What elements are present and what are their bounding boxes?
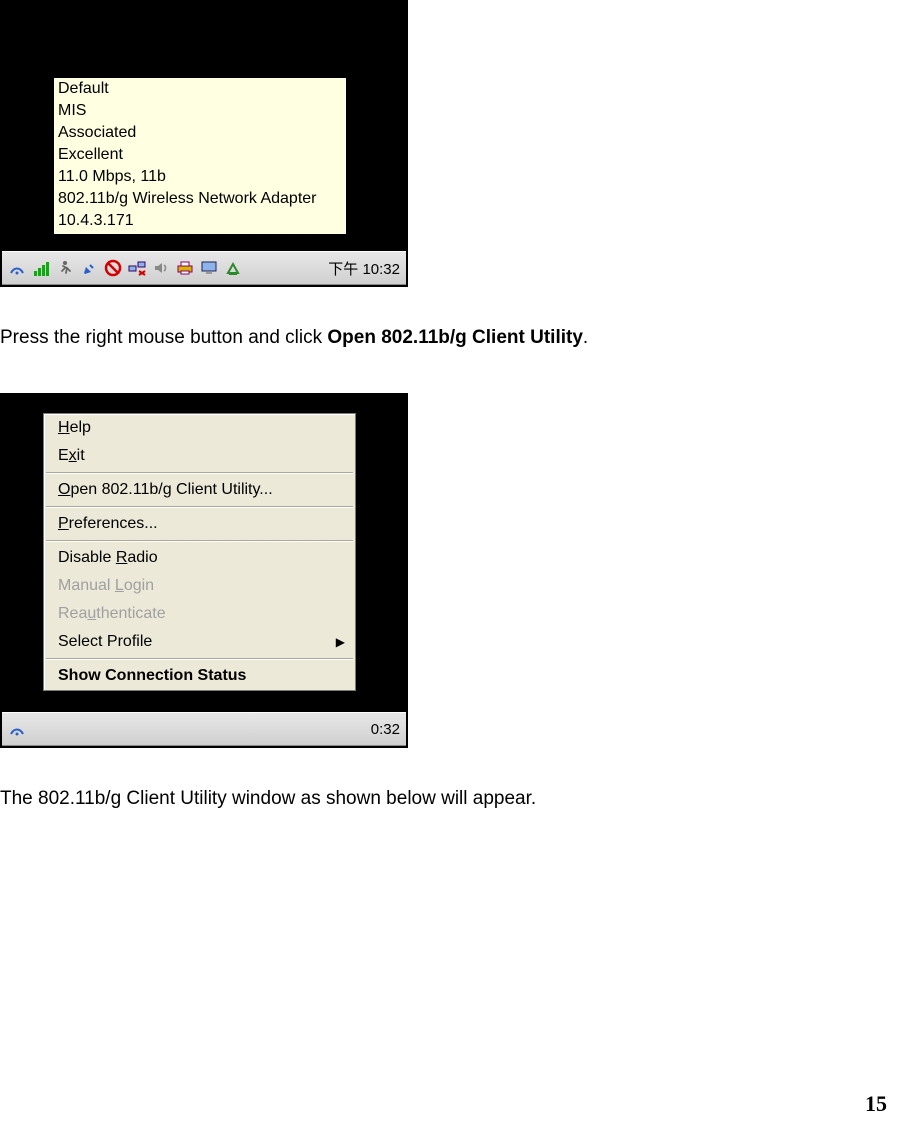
tooltip-line: Default bbox=[58, 78, 342, 100]
tooltip-line: 802.11b/g Wireless Network Adapter bbox=[58, 188, 342, 210]
tooltip-line: 10.4.3.171 bbox=[58, 210, 342, 232]
disable-radio-post: adio bbox=[127, 549, 157, 566]
menu-item-show-connection-status[interactable]: Show Connection Status bbox=[44, 662, 355, 690]
menu-separator bbox=[46, 506, 353, 508]
wireless-icon[interactable] bbox=[6, 718, 28, 740]
volume-icon[interactable] bbox=[150, 257, 172, 279]
para1-text-bold: Open 802.11b/g Client Utility bbox=[327, 327, 583, 348]
wireless-icon[interactable] bbox=[6, 257, 28, 279]
screenshot-context-menu: Help Exit Open 802.11b/g Client Utility.… bbox=[0, 393, 408, 748]
menu-item-reauthenticate: Reauthenticate bbox=[44, 600, 355, 628]
network-disconnected-icon[interactable] bbox=[126, 257, 148, 279]
signal-strength-icon[interactable] bbox=[30, 257, 52, 279]
taskbar-clock-partial: 0:32 bbox=[371, 721, 402, 738]
taskbar: 0:32 bbox=[2, 712, 406, 746]
disable-radio-pre: Disable bbox=[58, 549, 116, 566]
menu-item-help[interactable]: Help bbox=[44, 414, 355, 442]
taskbar-clock: 下午 10:32 bbox=[328, 258, 402, 279]
page-number: 15 bbox=[865, 1091, 887, 1117]
instruction-paragraph-2: The 802.11b/g Client Utility window as s… bbox=[0, 788, 915, 810]
manual-login-ul: L bbox=[115, 577, 124, 594]
show-status-label: Show Connection Status bbox=[58, 667, 246, 685]
tooltip-line: Associated bbox=[58, 122, 342, 144]
printer-icon[interactable] bbox=[174, 257, 196, 279]
manual-login-post: ogin bbox=[124, 577, 154, 594]
menu-separator bbox=[46, 540, 353, 542]
disable-radio-ul: R bbox=[116, 549, 128, 566]
system-tray bbox=[6, 718, 28, 740]
menu-separator bbox=[46, 658, 353, 660]
instruction-paragraph-1: Press the right mouse button and click O… bbox=[0, 327, 915, 349]
menu-separator bbox=[46, 472, 353, 474]
menu-item-open-client-utility[interactable]: Open 802.11b/g Client Utility... bbox=[44, 476, 355, 504]
tray-tooltip: Default MIS Associated Excellent 11.0 Mb… bbox=[53, 77, 347, 235]
running-man-icon[interactable] bbox=[54, 257, 76, 279]
menu-item-exit[interactable]: Exit bbox=[44, 442, 355, 470]
reauth-post: thenticate bbox=[96, 605, 165, 622]
usb-eject-icon[interactable] bbox=[222, 257, 244, 279]
select-profile-label: Select Profile bbox=[58, 633, 152, 651]
menu-item-disable-radio[interactable]: Disable Radio bbox=[44, 544, 355, 572]
tooltip-line: Excellent bbox=[58, 144, 342, 166]
pen-icon[interactable] bbox=[78, 257, 100, 279]
tray-context-menu: Help Exit Open 802.11b/g Client Utility.… bbox=[43, 413, 356, 691]
para1-text-pre: Press the right mouse button and click bbox=[0, 327, 327, 348]
taskbar: 下午 10:32 bbox=[2, 251, 406, 285]
menu-item-preferences[interactable]: Preferences... bbox=[44, 510, 355, 538]
menu-item-manual-login: Manual Login bbox=[44, 572, 355, 600]
tooltip-line: MIS bbox=[58, 100, 342, 122]
para1-text-post: . bbox=[583, 327, 588, 348]
submenu-arrow-icon: ▶ bbox=[336, 635, 345, 649]
manual-login-pre: Manual bbox=[58, 577, 115, 594]
reauth-pre: Rea bbox=[58, 605, 87, 622]
screenshot-tooltip: Default MIS Associated Excellent 11.0 Mb… bbox=[0, 0, 408, 287]
no-entry-icon[interactable] bbox=[102, 257, 124, 279]
system-tray bbox=[6, 257, 244, 279]
monitor-icon[interactable] bbox=[198, 257, 220, 279]
reauth-ul: u bbox=[87, 605, 96, 622]
menu-item-select-profile[interactable]: Select Profile ▶ bbox=[44, 628, 355, 656]
tooltip-line: 11.0 Mbps, 11b bbox=[58, 166, 342, 188]
